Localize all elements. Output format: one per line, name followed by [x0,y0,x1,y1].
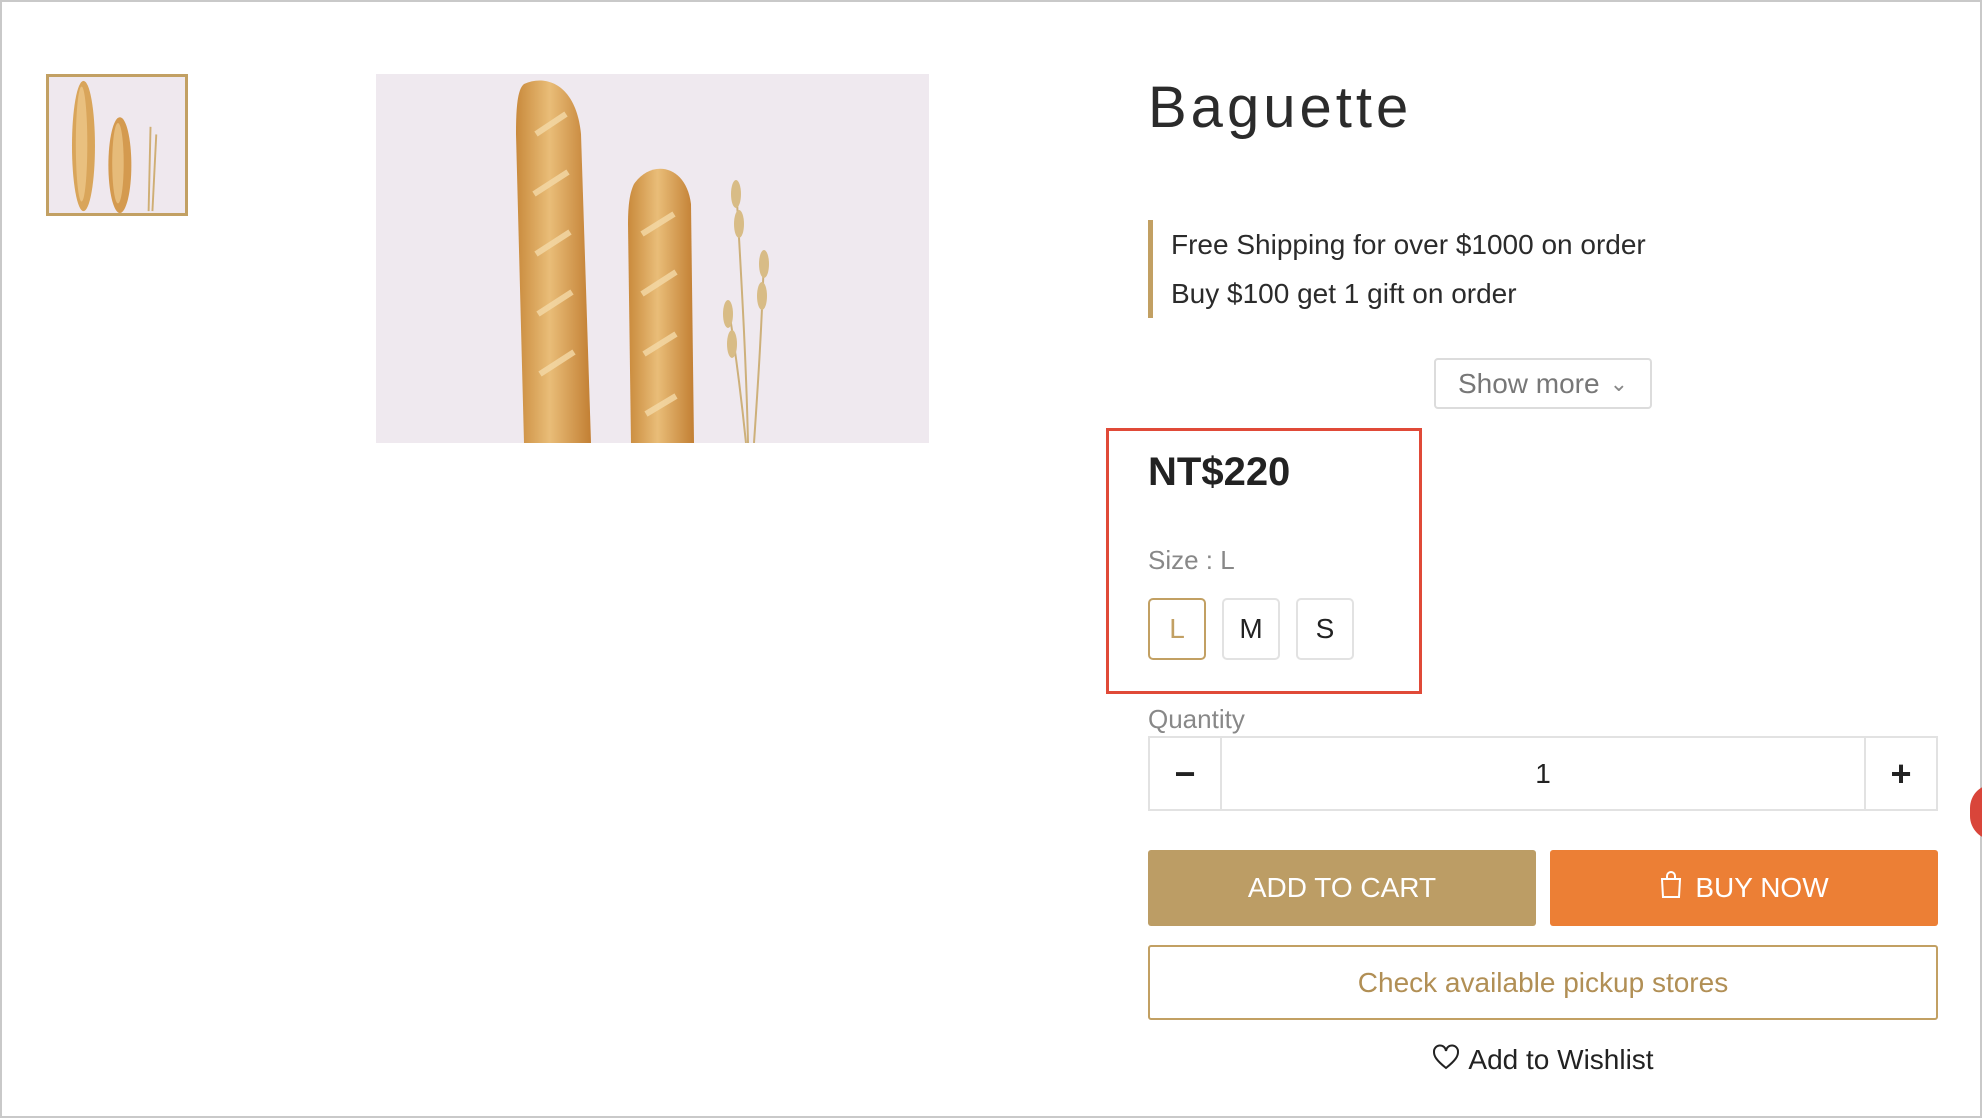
promo-free-shipping: Free Shipping for over $1000 on order [1171,229,1646,260]
baguette-image [376,74,929,443]
buy-now-button[interactable]: BUY NOW [1550,850,1938,926]
show-more-label: Show more [1457,367,1600,399]
promo-block: Free Shipping for over $1000 on order Bu… [1148,220,1748,318]
size-options: L M S [1148,598,1354,660]
quantity-decrease-button[interactable]: − [1150,738,1222,809]
add-to-cart-button[interactable]: ADD TO CART [1148,850,1536,926]
size-option-m[interactable]: M [1222,598,1280,660]
baguette-thumbnail-image [49,77,185,213]
wishlist-label: Add to Wishlist [1468,1044,1654,1075]
product-title: Baguette [1148,75,1413,140]
promo-gift: Buy $100 get 1 gift on order [1171,278,1517,309]
minus-icon: − [1174,752,1196,794]
chevron-down-icon: ⌄ [1609,370,1629,396]
check-pickup-stores-button[interactable]: Check available pickup stores [1148,945,1938,1020]
add-to-wishlist-link[interactable]: Add to Wishlist [1148,1038,1938,1082]
shopping-bag-icon [1659,870,1683,906]
product-price: NT$220 [1148,450,1291,494]
size-label: Size : L [1148,545,1235,575]
quantity-input[interactable]: 1 [1222,738,1864,809]
product-thumbnail[interactable] [46,74,188,216]
pickup-label: Check available pickup stores [1357,966,1729,998]
add-to-cart-label: ADD TO CART [1247,872,1437,903]
quantity-label: Quantity [1148,704,1245,734]
product-main-image [376,74,929,443]
size-option-l[interactable]: L [1148,598,1206,660]
quantity-stepper: − 1 + [1148,736,1938,811]
size-option-s[interactable]: S [1296,598,1354,660]
buy-now-label: BUY NOW [1695,872,1829,903]
heart-icon [1432,1044,1460,1077]
plus-icon: + [1890,752,1912,794]
show-more-button[interactable]: Show more ⌄ [1434,358,1652,409]
quantity-increase-button[interactable]: + [1864,738,1936,809]
